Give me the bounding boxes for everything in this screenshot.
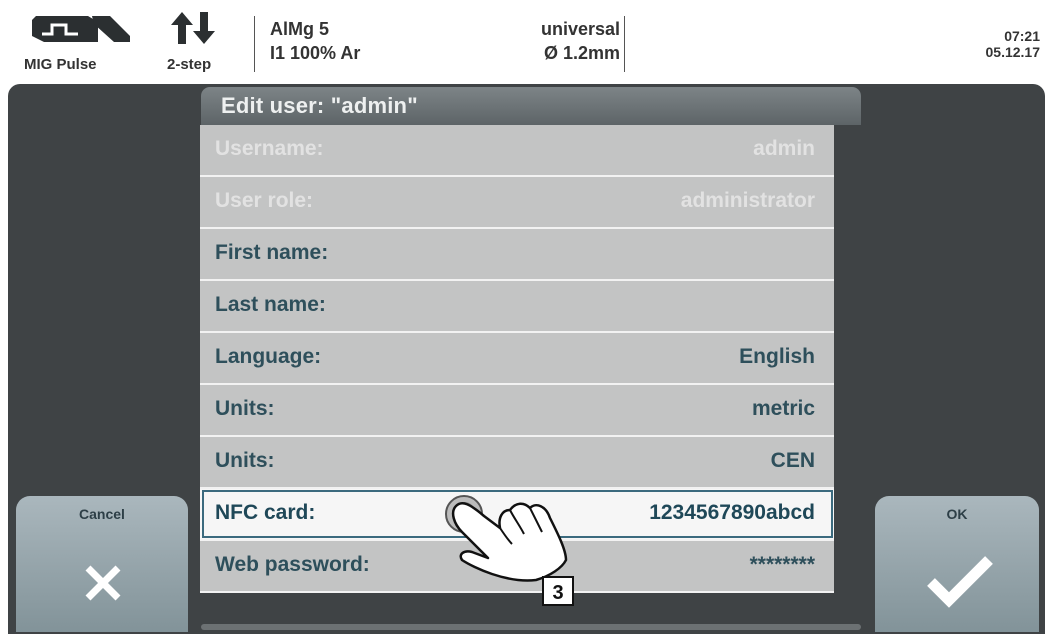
checkmark-icon [927, 556, 993, 608]
step-callout-number: 3 [542, 576, 574, 606]
ok-label: OK [946, 506, 968, 522]
row-value: administrator [680, 189, 815, 212]
row-username: Username: admin [200, 125, 835, 177]
row-value: English [739, 345, 815, 368]
list-scrollbar-track [834, 125, 861, 625]
process-mode-label: MIG Pulse [24, 56, 97, 73]
ok-button[interactable]: OK [875, 496, 1039, 632]
row-label: Last name: [215, 293, 326, 316]
hand-pointer-icon [445, 495, 568, 582]
row-first-name[interactable]: First name: [200, 229, 835, 281]
row-label: Language: [215, 345, 322, 368]
row-value: 1234567890abcd [649, 501, 815, 524]
row-value: ******** [749, 553, 815, 576]
row-language[interactable]: Language: English [200, 333, 835, 385]
wire-info: universal Ø 1.2mm [488, 17, 620, 65]
cancel-label: Cancel [79, 506, 125, 522]
up-down-arrows-icon [171, 12, 215, 44]
cancel-button[interactable]: Cancel [16, 496, 188, 632]
date-display: 05.12.17 [985, 44, 1041, 60]
mig-pulse-waveform-icon [32, 16, 130, 42]
status-separator [254, 16, 255, 72]
dialog-bottom-edge [201, 624, 861, 630]
row-label: User role: [215, 189, 314, 212]
dialog-title: Edit user: "admin" [221, 93, 418, 118]
clock: 07:21 05.12.17 [986, 28, 1041, 60]
row-user-role: User role: administrator [200, 177, 835, 229]
status-separator [624, 16, 625, 72]
material-name: AlMg 5 [270, 19, 330, 39]
row-value: CEN [770, 449, 815, 472]
time-display: 07:21 [1004, 28, 1040, 44]
row-units-standard[interactable]: Units: CEN [200, 437, 835, 489]
wire-diameter: Ø 1.2mm [543, 43, 620, 63]
row-label: Username: [215, 137, 324, 160]
shielding-gas: I1 100% Ar [270, 43, 361, 63]
row-units-system[interactable]: Units: metric [200, 385, 835, 437]
trigger-mode-label: 2-step [167, 56, 212, 73]
close-x-icon [85, 565, 121, 601]
material-info: AlMg 5 I1 100% Ar [270, 17, 360, 65]
status-bar: MIG Pulse 2-step AlMg 5 I1 100% Ar unive… [8, 4, 1048, 82]
dialog-header: Edit user: "admin" [201, 87, 861, 125]
row-label: Web password: [215, 553, 370, 576]
row-label: NFC card: [215, 501, 316, 524]
row-label: Units: [215, 449, 275, 472]
wire-type: universal [540, 19, 620, 39]
row-label: Units: [215, 397, 275, 420]
row-value: metric [751, 397, 815, 420]
row-value: admin [753, 137, 815, 160]
row-last-name[interactable]: Last name: [200, 281, 835, 333]
row-label: First name: [215, 241, 329, 264]
